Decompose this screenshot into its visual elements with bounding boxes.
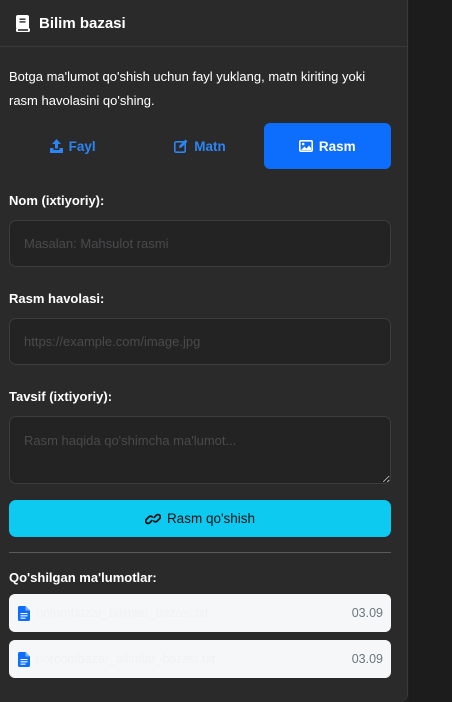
- tab-image-label: Rasm: [318, 138, 356, 154]
- file-icon: [18, 605, 30, 621]
- tab-file[interactable]: Fayl: [9, 123, 136, 169]
- edit-icon: [174, 139, 188, 153]
- panel-description: Botga ma'lumot qo'shish uchun fayl yukla…: [9, 69, 366, 108]
- list-item[interactable]: optombazar_bilimlar_bazasi.txt 03.09: [9, 594, 391, 632]
- file-icon: [18, 651, 30, 667]
- file-date: 03.09: [351, 606, 383, 620]
- panel-header: Bilim bazasi: [0, 0, 407, 47]
- background-area: [409, 0, 452, 702]
- tab-text[interactable]: Matn: [136, 123, 263, 169]
- add-image-button[interactable]: Rasm qo'shish: [9, 500, 391, 537]
- file-date: 03.09: [351, 652, 383, 666]
- image-url-label: Rasm havolasi:: [9, 291, 105, 306]
- image-icon: [298, 140, 313, 152]
- book-icon: [16, 14, 31, 32]
- link-icon: [144, 513, 161, 524]
- name-label: Nom (ixtiyoriy):: [9, 193, 105, 208]
- file-name: porcombazar_bilimlar_bazasi.txt: [36, 652, 216, 666]
- tab-text-label: Matn: [194, 138, 226, 154]
- upload-icon: [49, 139, 63, 153]
- added-items-list: optombazar_bilimlar_bazasi.txt 03.09 por…: [9, 594, 391, 678]
- add-image-button-label: Rasm qo'shish: [166, 511, 256, 526]
- list-item[interactable]: porcombazar_bilimlar_bazasi.txt 03.09: [9, 640, 391, 678]
- description-label: Tavsif (ixtiyoriy):: [9, 389, 113, 404]
- tab-image[interactable]: Rasm: [263, 123, 391, 169]
- file-name: optombazar_bilimlar_bazasi.txt: [36, 606, 209, 620]
- divider: [9, 552, 391, 553]
- panel-title: Bilim bazasi: [39, 14, 126, 32]
- added-items-title: Qo'shilgan ma'lumotlar:: [9, 570, 157, 585]
- knowledge-base-panel: Bilim bazasi Botga ma'lumot qo'shish uch…: [0, 0, 408, 702]
- tab-file-label: Fayl: [68, 138, 96, 154]
- name-input[interactable]: [9, 220, 391, 267]
- description-textarea[interactable]: [9, 416, 391, 484]
- source-tabs: Fayl Matn Rasm: [9, 123, 391, 169]
- image-url-input[interactable]: [9, 318, 391, 365]
